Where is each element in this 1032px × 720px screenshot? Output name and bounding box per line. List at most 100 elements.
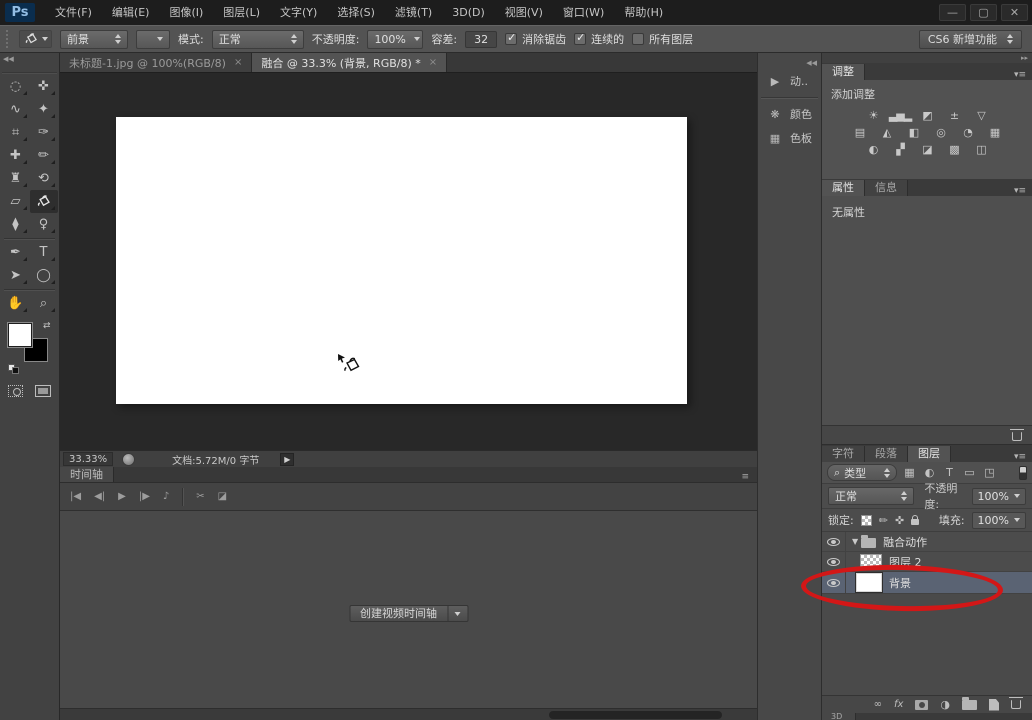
- filter-smart-objects-icon[interactable]: ◳: [982, 466, 997, 479]
- screen-mode-icon[interactable]: [35, 385, 51, 397]
- dock-item-actions[interactable]: ▶ 动..: [758, 69, 821, 93]
- scrollbar-thumb[interactable]: [549, 711, 722, 719]
- visibility-cell[interactable]: [822, 572, 846, 593]
- all-layers-option[interactable]: 所有图层: [632, 31, 693, 47]
- split-clip-icon[interactable]: ✂: [196, 491, 204, 502]
- layer-name[interactable]: 图层 2: [889, 554, 922, 570]
- panel-menu-icon[interactable]: ▾≡: [1014, 186, 1032, 196]
- lock-all-icon[interactable]: [911, 519, 919, 525]
- close-icon[interactable]: ×: [234, 57, 242, 68]
- zoom-level[interactable]: 33.33%: [63, 452, 113, 466]
- tab-character[interactable]: 字符: [822, 446, 865, 462]
- dock-expand-icon[interactable]: ◀◀: [758, 59, 821, 69]
- create-timeline-dropdown[interactable]: [448, 605, 468, 622]
- visibility-cell[interactable]: [822, 552, 846, 571]
- filter-type-layers-icon[interactable]: T: [942, 466, 957, 479]
- tab-layers[interactable]: 图层: [908, 446, 951, 462]
- lock-transparency-icon[interactable]: [861, 515, 872, 526]
- layer-row-group[interactable]: ▼ 融合动作: [822, 532, 1032, 552]
- eraser-tool[interactable]: ▱: [2, 190, 30, 213]
- layer-thumbnail[interactable]: [856, 573, 882, 592]
- close-icon[interactable]: ×: [429, 57, 437, 68]
- tab-timeline[interactable]: 时间轴: [60, 467, 114, 482]
- curves-icon[interactable]: ◩: [918, 108, 936, 123]
- swap-colors-icon[interactable]: ⇄: [43, 321, 51, 331]
- blur-tool[interactable]: ⧫: [2, 213, 30, 236]
- pattern-picker[interactable]: [136, 30, 170, 49]
- maximize-button[interactable]: ▢: [970, 4, 997, 21]
- eye-icon[interactable]: [827, 579, 840, 587]
- document-tab-ronghe[interactable]: 融合 @ 33.3% (背景, RGB/8) * ×: [252, 53, 447, 72]
- tab-adjustments[interactable]: 调整: [822, 64, 865, 80]
- minimize-button[interactable]: —: [939, 4, 966, 21]
- photo-filter-icon[interactable]: ◎: [932, 125, 950, 140]
- exposure-icon[interactable]: ±: [945, 108, 963, 123]
- blend-mode-select[interactable]: 正常: [828, 487, 914, 505]
- delete-layer-icon[interactable]: [1011, 700, 1021, 709]
- selective-color-icon[interactable]: ◫: [972, 142, 990, 157]
- filter-adjustment-layers-icon[interactable]: ◐: [922, 466, 937, 479]
- quick-mask-icon[interactable]: [8, 385, 23, 397]
- channel-mixer-icon[interactable]: ◔: [959, 125, 977, 140]
- dock-item-color[interactable]: ❋ 颜色: [758, 102, 821, 126]
- menu-item-window[interactable]: 窗口(W): [553, 0, 614, 25]
- visibility-cell[interactable]: [822, 532, 846, 551]
- posterize-icon[interactable]: ▞: [891, 142, 909, 157]
- vibrance-icon[interactable]: ▽: [972, 108, 990, 123]
- filter-pixel-layers-icon[interactable]: ▦: [902, 466, 917, 479]
- layer-row-background[interactable]: 背景: [822, 572, 1032, 594]
- healing-brush-tool[interactable]: ✚: [2, 144, 30, 167]
- menu-item-3d[interactable]: 3D(D): [442, 0, 495, 25]
- elliptical-marquee-tool[interactable]: ◌: [2, 75, 30, 98]
- type-tool[interactable]: T: [30, 241, 58, 264]
- audio-mute-button[interactable]: ♪: [163, 491, 169, 502]
- panel-menu-icon[interactable]: ▾≡: [1014, 452, 1032, 462]
- next-frame-button[interactable]: |▶: [139, 491, 150, 502]
- new-group-icon[interactable]: [962, 700, 977, 710]
- menu-item-type[interactable]: 文字(Y): [270, 0, 327, 25]
- menu-item-layer[interactable]: 图层(L): [213, 0, 270, 25]
- contiguous-option[interactable]: 连续的: [574, 31, 624, 47]
- opacity-select[interactable]: 100%: [367, 30, 423, 49]
- black-white-icon[interactable]: ◧: [905, 125, 923, 140]
- lock-position-icon[interactable]: ✜: [895, 514, 904, 527]
- tab-properties[interactable]: 属性: [822, 180, 865, 196]
- crop-tool[interactable]: ⌗: [2, 121, 30, 144]
- mode-select[interactable]: 正常: [212, 30, 304, 49]
- brightness-contrast-icon[interactable]: ☀: [864, 108, 882, 123]
- panel-menu-icon[interactable]: ▾≡: [1014, 70, 1032, 80]
- canvas-workspace[interactable]: [60, 73, 757, 450]
- menu-item-view[interactable]: 视图(V): [495, 0, 553, 25]
- group-expand-caret-icon[interactable]: ▼: [852, 537, 858, 546]
- antialias-option[interactable]: 消除锯齿: [505, 31, 566, 47]
- gradient-map-icon[interactable]: ▩: [945, 142, 963, 157]
- tab-info[interactable]: 信息: [865, 180, 908, 196]
- threshold-icon[interactable]: ◪: [918, 142, 936, 157]
- invert-icon[interactable]: ◐: [864, 142, 882, 157]
- add-layer-mask-icon[interactable]: [915, 700, 928, 710]
- filter-toggle-icon[interactable]: [1019, 466, 1027, 480]
- tool-preset-picker[interactable]: [19, 30, 52, 48]
- dodge-tool[interactable]: ♀: [30, 213, 58, 236]
- layer-name[interactable]: 背景: [889, 575, 911, 591]
- panel-collapse-strip[interactable]: ▸▸: [822, 53, 1032, 63]
- default-colors-icon[interactable]: [8, 364, 20, 375]
- menu-item-edit[interactable]: 编辑(E): [102, 0, 160, 25]
- color-balance-icon[interactable]: ◭: [878, 125, 896, 140]
- tolerance-input[interactable]: [465, 31, 497, 48]
- filter-type-select[interactable]: ⌕ 类型: [827, 464, 897, 481]
- menu-item-image[interactable]: 图像(I): [159, 0, 213, 25]
- first-frame-button[interactable]: |◀: [70, 491, 81, 502]
- pen-tool[interactable]: ✒: [2, 241, 30, 264]
- brush-tool[interactable]: ✏: [30, 144, 58, 167]
- tab-3d[interactable]: 3D: [822, 713, 856, 720]
- new-adjustment-layer-icon[interactable]: ◑: [940, 698, 950, 711]
- layer-style-fx-icon[interactable]: fx: [894, 699, 903, 710]
- tab-paragraph[interactable]: 段落: [865, 446, 908, 462]
- timeline-scrollbar[interactable]: [60, 708, 757, 720]
- panel-menu-icon[interactable]: ≡: [741, 472, 757, 482]
- play-button[interactable]: ▶: [118, 491, 126, 502]
- layer-opacity-select[interactable]: 100%: [972, 488, 1026, 505]
- cs6-new-features-select[interactable]: CS6 新增功能: [919, 30, 1022, 49]
- layer-row-layer2[interactable]: 图层 2: [822, 552, 1032, 572]
